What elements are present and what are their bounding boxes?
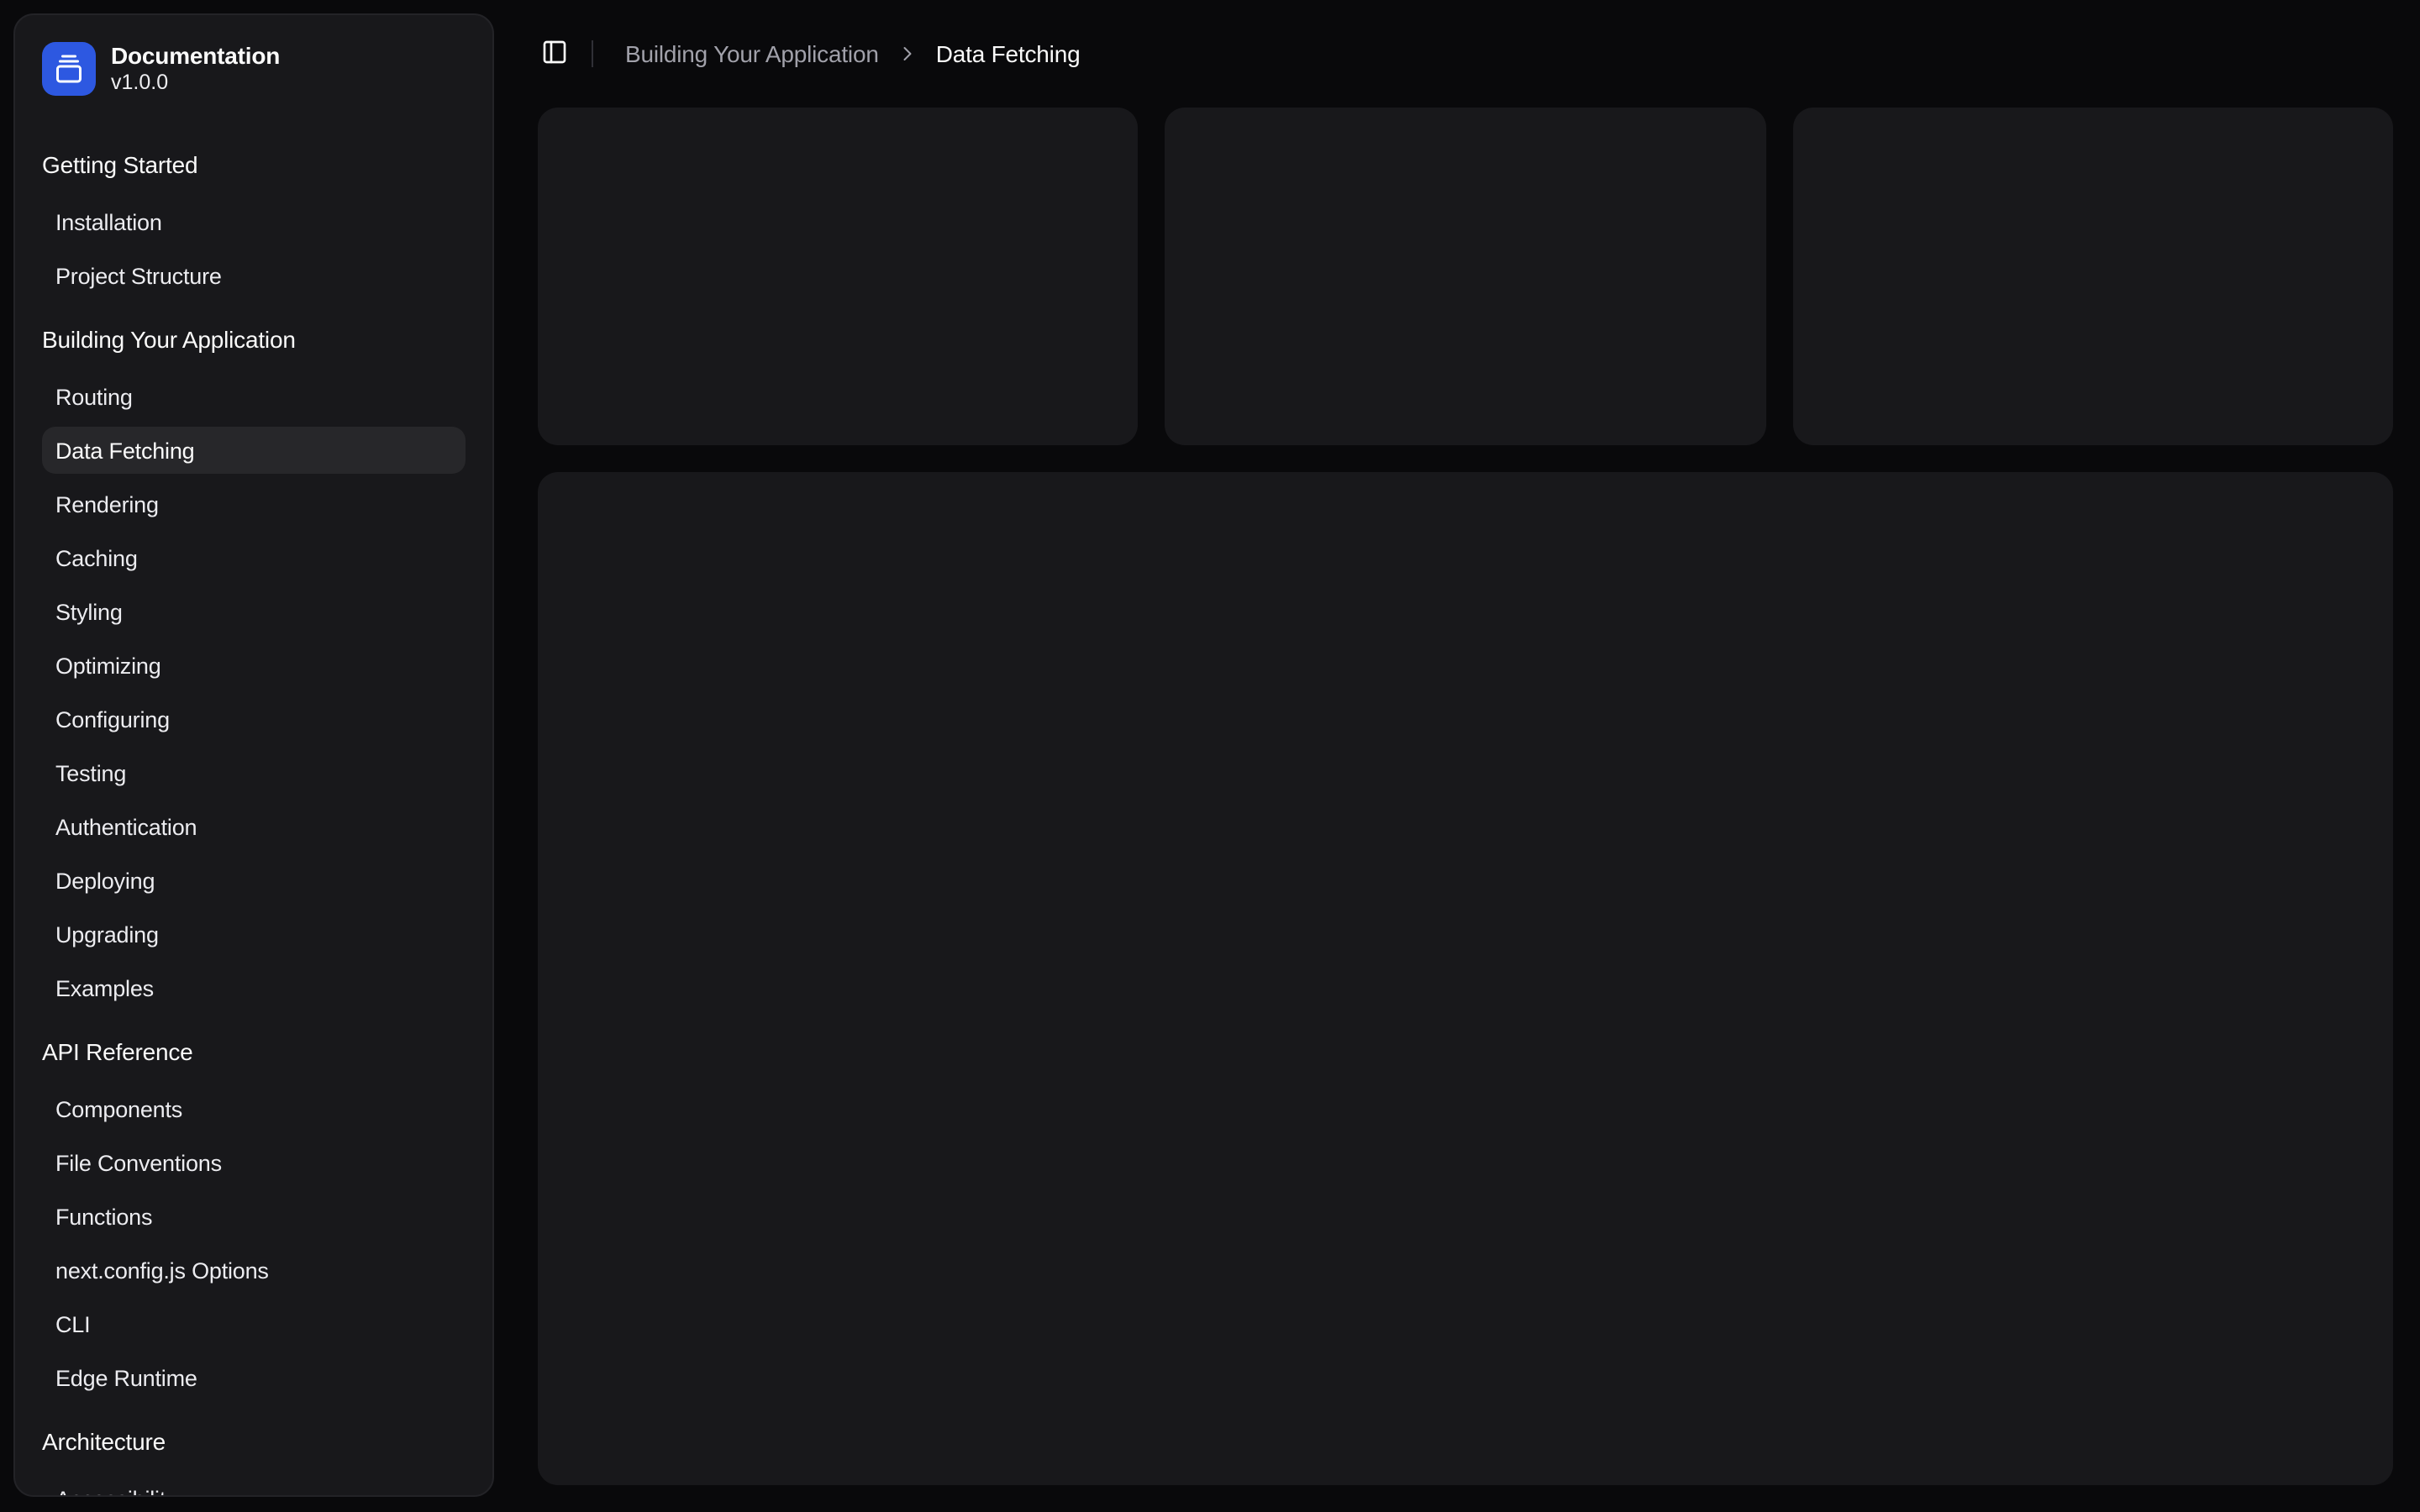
header-divider <box>592 40 593 67</box>
placeholder-main-panel <box>538 472 2393 1485</box>
panel-left-icon <box>541 38 568 70</box>
placeholder-card-2 <box>1165 108 1766 445</box>
sidebar-item-testing[interactable]: Testing <box>42 749 466 796</box>
sidebar-item-caching[interactable]: Caching <box>42 534 466 581</box>
sidebar-group-label: API Reference <box>42 1025 466 1079</box>
sidebar-toggle-button[interactable] <box>531 30 578 77</box>
sidebar-group-getting-started: Getting Started Installation Project Struc… <box>15 138 492 299</box>
sidebar-item-components[interactable]: Components <box>42 1085 466 1132</box>
breadcrumb: Building Your Application Data Fetching <box>625 40 1080 67</box>
placeholder-card-1 <box>538 108 1139 445</box>
sidebar-group-label: Architecture <box>42 1415 466 1468</box>
sidebar-item-configuring[interactable]: Configuring <box>42 696 466 743</box>
sidebar-item-functions[interactable]: Functions <box>42 1193 466 1240</box>
sidebar-item-accessibility[interactable]: Accessibility <box>42 1475 466 1497</box>
placeholder-cards-row <box>538 108 2393 445</box>
sidebar-item-cli[interactable]: CLI <box>42 1300 466 1347</box>
placeholder-card-3 <box>1792 108 2393 445</box>
sidebar-item-edge-runtime[interactable]: Edge Runtime <box>42 1354 466 1401</box>
app-title: Documentation <box>111 42 280 69</box>
gallery-vertical-end-icon <box>54 54 84 84</box>
sidebar-group-architecture: Architecture Accessibility <box>15 1415 492 1497</box>
app-version: v1.0.0 <box>111 71 280 96</box>
sidebar-item-project-structure[interactable]: Project Structure <box>42 252 466 299</box>
breadcrumb-current-page: Data Fetching <box>936 40 1081 67</box>
sidebar-item-routing[interactable]: Routing <box>42 373 466 420</box>
main-header: Building Your Application Data Fetching <box>494 0 2420 108</box>
breadcrumb-parent-link[interactable]: Building Your Application <box>625 40 879 67</box>
sidebar-item-data-fetching[interactable]: Data Fetching <box>42 427 466 474</box>
sidebar-item-rendering[interactable]: Rendering <box>42 480 466 528</box>
chevron-right-icon <box>896 42 919 66</box>
sidebar-item-optimizing[interactable]: Optimizing <box>42 642 466 689</box>
sidebar-group-label: Getting Started <box>42 138 466 192</box>
app-root: Documentation v1.0.0 Getting Started Inst… <box>0 0 2420 1512</box>
sidebar-title-block: Documentation v1.0.0 <box>111 42 280 96</box>
sidebar-group-api-reference: API Reference Components File Conventions F… <box>15 1025 492 1401</box>
sidebar-item-authentication[interactable]: Authentication <box>42 803 466 850</box>
sidebar-group-label: Building Your Application <box>42 312 466 366</box>
sidebar-item-next-config-js-options[interactable]: next.config.js Options <box>42 1247 466 1294</box>
sidebar-item-styling[interactable]: Styling <box>42 588 466 635</box>
page-content <box>494 108 2420 1512</box>
sidebar-item-deploying[interactable]: Deploying <box>42 857 466 904</box>
sidebar-item-installation[interactable]: Installation <box>42 198 466 245</box>
sidebar-item-file-conventions[interactable]: File Conventions <box>42 1139 466 1186</box>
sidebar: Documentation v1.0.0 Getting Started Inst… <box>13 13 494 1497</box>
app-logo <box>42 42 96 96</box>
sidebar-item-examples[interactable]: Examples <box>42 964 466 1011</box>
main-area: Building Your Application Data Fetching <box>494 0 2420 1512</box>
sidebar-item-upgrading[interactable]: Upgrading <box>42 911 466 958</box>
sidebar-group-building-your-application: Building Your Application Routing Data Fet… <box>15 312 492 1011</box>
sidebar-nav: Getting Started Installation Project Struc… <box>15 138 492 1497</box>
sidebar-header[interactable]: Documentation v1.0.0 <box>15 15 492 109</box>
